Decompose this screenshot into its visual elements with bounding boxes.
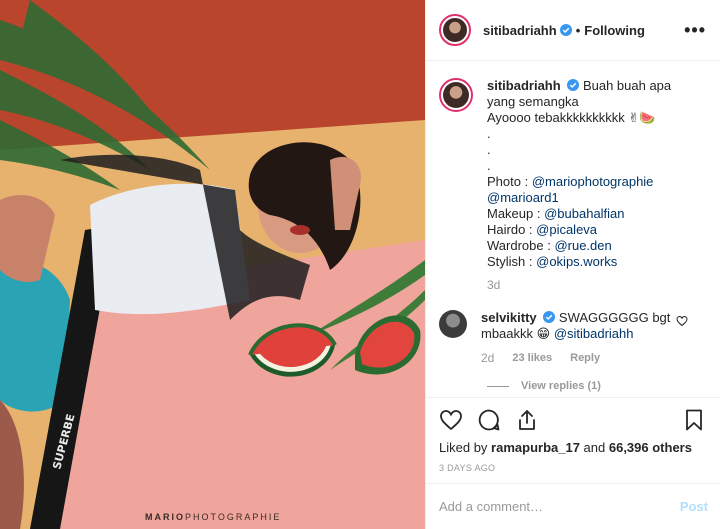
liked-by-user[interactable]: ramapurba_17 [491, 440, 580, 455]
post-sidebar: sitibadriahh • Following ••• sitibadriah… [425, 0, 720, 529]
more-options-icon[interactable]: ••• [684, 21, 706, 39]
verified-badge-icon [567, 79, 580, 91]
likes-summary: Liked by ramapurba_17 and 66,396 others [439, 440, 692, 455]
credit-line: Makeup : @bubahalfian [487, 206, 625, 221]
mention-link[interactable]: @mariophotographie [532, 174, 654, 189]
photo-illustration: SUPERBE [0, 0, 425, 529]
instagram-post: SUPERBE MARIOPHOTOGRAPHIE sitibadriahh •… [0, 0, 720, 529]
comment-like-heart-icon[interactable] [676, 315, 688, 327]
likes-others[interactable]: 66,396 others [609, 440, 692, 455]
bookmark-icon[interactable] [682, 408, 706, 432]
credit-line: Stylish : @okips.works [487, 254, 618, 269]
reply-button[interactable]: Reply [570, 350, 600, 366]
verified-badge-icon [543, 311, 556, 323]
header-avatar[interactable] [439, 14, 471, 46]
credit-line: Hairdo : @picaleva [487, 222, 598, 237]
credit-line: Wardrobe : @rue.den [487, 238, 612, 253]
heart-icon[interactable] [439, 408, 463, 432]
comments-section[interactable]: sitibadriahh Buah buah apa yang semangka… [426, 62, 720, 397]
mention-link[interactable]: @bubahalfian [544, 206, 624, 221]
post-timestamp[interactable]: 3 DAYS AGO [439, 463, 706, 473]
comment-username[interactable]: selvikitty [481, 310, 537, 325]
caption-username[interactable]: sitibadriahh [487, 78, 561, 93]
caption-line: . [487, 142, 491, 157]
comment-avatar[interactable] [439, 310, 467, 338]
credit-line: @marioard1 [487, 190, 702, 206]
photo-watermark: MARIOPHOTOGRAPHIE [145, 512, 282, 522]
comment-icon[interactable] [477, 408, 501, 432]
mention-link[interactable]: @okips.works [536, 254, 617, 269]
header-username[interactable]: sitibadriahh [483, 23, 557, 38]
caption-timestamp[interactable]: 3d [487, 278, 704, 292]
header-dot: • [575, 22, 581, 38]
mention-link[interactable]: @picaleva [536, 222, 597, 237]
post-photo[interactable]: SUPERBE MARIOPHOTOGRAPHIE [0, 0, 425, 529]
post-button[interactable]: Post [680, 499, 708, 514]
comment-input[interactable] [439, 499, 680, 514]
add-comment-bar: Post [426, 483, 720, 529]
verified-badge-icon [559, 24, 572, 36]
comment-likes[interactable]: 23 likes [512, 350, 552, 366]
caption-avatar[interactable] [439, 78, 473, 112]
mention-link[interactable]: @sitibadriahh [554, 326, 634, 341]
comment-time[interactable]: 2d [481, 350, 494, 366]
caption: sitibadriahh Buah buah apa yang semangka… [439, 78, 704, 270]
caption-line: Ayoooo tebakkkkkkkkkk ✌🍉 [487, 110, 656, 125]
mention-link[interactable]: @rue.den [554, 238, 611, 253]
view-replies[interactable]: View replies (1) [487, 378, 691, 394]
comment-item: selvikitty SWAGGGGGG bgt mbaakkk 😁 @siti… [439, 310, 704, 394]
share-icon[interactable] [515, 408, 539, 432]
credit-line: Photo : @mariophotographie [487, 174, 654, 189]
mention-link[interactable]: @marioard1 [487, 190, 559, 205]
comment-meta: 2d 23 likes Reply [481, 350, 691, 366]
post-header: sitibadriahh • Following ••• [426, 0, 720, 61]
post-actions: Liked by ramapurba_17 and 66,396 others … [426, 397, 720, 473]
caption-line: . [487, 126, 491, 141]
caption-line: . [487, 158, 491, 173]
following-button[interactable]: Following [584, 23, 645, 38]
